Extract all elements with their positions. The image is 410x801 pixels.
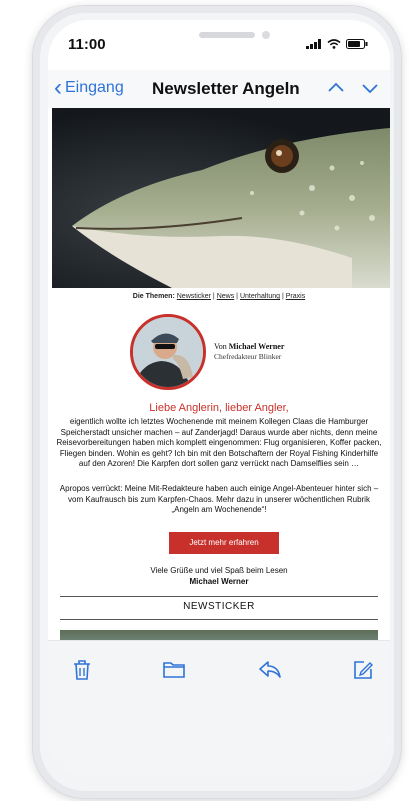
- read-more-button[interactable]: Jetzt mehr erfahren: [169, 532, 279, 554]
- reply-icon[interactable]: [258, 659, 282, 679]
- speaker-notch: [199, 32, 255, 38]
- wifi-icon: [327, 39, 341, 49]
- signoff-name: Michael Werner: [189, 576, 249, 586]
- mail-toolbar: [48, 640, 390, 776]
- section-divider-top: [60, 596, 378, 597]
- trash-icon[interactable]: [72, 659, 92, 681]
- topic-link-praxis[interactable]: Praxis: [286, 293, 305, 300]
- mail-body[interactable]: Die Themen: Newsticker | News | Unterhal…: [48, 108, 390, 668]
- topic-link-news[interactable]: News: [217, 293, 235, 300]
- next-message-icon[interactable]: [360, 76, 380, 100]
- mail-title: Newsletter Angeln: [152, 79, 300, 98]
- pike-illustration: [72, 128, 390, 288]
- back-to-inbox-button[interactable]: ‹ Eingang: [54, 74, 124, 101]
- author-avatar: [130, 314, 206, 390]
- signoff: Viele Grüße und viel Spaß beim Lesen Mic…: [48, 566, 390, 587]
- mail-nav-bar: ‹ Eingang Newsletter Angeln: [48, 70, 390, 108]
- folder-icon[interactable]: [162, 659, 186, 679]
- chevron-left-icon: ‹: [54, 74, 62, 101]
- second-paragraph: Apropos verrückt: Meine Mit-Redakteure h…: [59, 484, 379, 515]
- intro-paragraph: eigentlich wollte ich letztes Wochenende…: [56, 417, 382, 469]
- status-time: 11:00: [68, 36, 106, 53]
- status-icons: [306, 39, 368, 49]
- compose-icon[interactable]: [352, 659, 374, 681]
- status-bar: 11:00: [48, 20, 390, 68]
- signoff-line: Viele Grüße und viel Spaß beim Lesen: [150, 566, 288, 575]
- author-name: Michael Werner: [228, 342, 285, 351]
- front-camera: [262, 31, 270, 39]
- topic-link-unterhaltung[interactable]: Unterhaltung: [240, 293, 280, 300]
- author-block: Von Michael Werner Chefredakteur Blinker: [130, 314, 370, 390]
- author-role: Chefredakteur Blinker: [214, 352, 282, 361]
- previous-message-icon[interactable]: [326, 76, 346, 100]
- topics-line: Die Themen: Newsticker | News | Unterhal…: [132, 293, 306, 300]
- back-label: Eingang: [65, 79, 124, 96]
- hero-pike-image: [52, 108, 390, 288]
- topics-prefix: Die Themen:: [132, 293, 175, 300]
- section-divider-bottom: [60, 619, 378, 620]
- mail-screen: 11:00 ‹ Eingang Newsletter Angeln Die Th…: [48, 20, 390, 776]
- author-byline: Von Michael Werner: [214, 342, 285, 351]
- battery-icon: [346, 39, 368, 49]
- signal-icon: [306, 39, 321, 49]
- message-navigation: [326, 76, 380, 100]
- section-title: NEWSTICKER: [183, 601, 255, 612]
- greeting: Liebe Anglerin, lieber Angler,: [149, 402, 289, 414]
- topic-link-newsticker[interactable]: Newsticker: [177, 293, 211, 300]
